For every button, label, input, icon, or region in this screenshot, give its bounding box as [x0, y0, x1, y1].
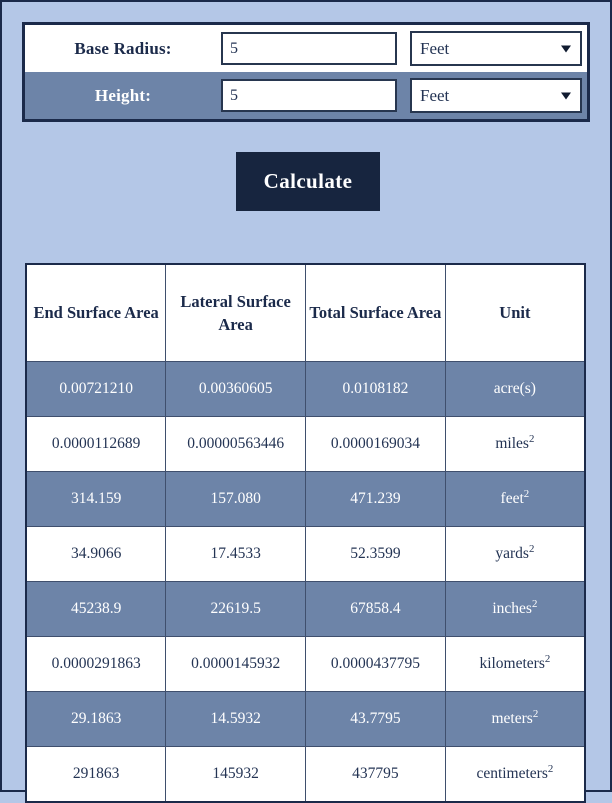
form-row-base-radius: Base Radius: Feet [25, 25, 587, 72]
height-unit-value: Feet [420, 85, 450, 105]
cell-end-surface-area: 29.1863 [25, 691, 167, 747]
cell-lateral-surface-area: 157.080 [165, 471, 306, 527]
header-lateral-surface-area: Lateral Surface Area [165, 263, 306, 362]
height-label: Height: [94, 85, 152, 105]
cell-end-surface-area: 0.00721210 [25, 361, 167, 417]
table-row: 29.1863 14.5932 43.7795 meters2 [25, 691, 586, 747]
header-unit: Unit [444, 263, 586, 362]
base-radius-unit-select[interactable]: Feet [410, 31, 582, 66]
cell-end-surface-area: 34.9066 [25, 526, 167, 582]
cell-end-surface-area: 0.0000291863 [25, 636, 167, 692]
base-radius-input[interactable] [221, 32, 397, 65]
height-input[interactable] [221, 79, 397, 112]
cell-total-surface-area: 0.0108182 [305, 361, 446, 417]
cell-total-surface-area: 0.0000437795 [305, 636, 446, 692]
header-total-surface-area: Total Surface Area [305, 263, 446, 362]
table-row: 0.00721210 0.00360605 0.0108182 acre(s) [25, 361, 586, 417]
results-table: End Surface Area Lateral Surface Area To… [25, 263, 586, 803]
cell-unit: meters2 [444, 691, 586, 747]
cell-total-surface-area: 67858.4 [305, 581, 446, 637]
cell-total-surface-area: 52.3599 [305, 526, 446, 582]
height-unit-select[interactable]: Feet [410, 78, 582, 113]
calculate-button-container: Calculate [2, 152, 612, 211]
cell-unit: feet2 [444, 471, 586, 527]
chevron-down-icon [561, 45, 571, 52]
input-form-panel: Base Radius: Feet Height: Feet [22, 22, 590, 122]
cell-end-surface-area: 314.159 [25, 471, 167, 527]
cell-unit: miles2 [444, 416, 586, 472]
cell-total-surface-area: 0.0000169034 [305, 416, 446, 472]
cell-end-surface-area: 45238.9 [25, 581, 167, 637]
form-row-height: Height: Feet [25, 72, 587, 119]
cell-total-surface-area: 43.7795 [305, 691, 446, 747]
table-row: 34.9066 17.4533 52.3599 yards2 [25, 526, 586, 582]
cell-lateral-surface-area: 0.00360605 [165, 361, 306, 417]
results-table-body: 0.00721210 0.00360605 0.0108182 acre(s) 0.00… [25, 361, 586, 803]
cell-end-surface-area: 0.0000112689 [25, 416, 167, 472]
table-row: 314.159 157.080 471.239 feet2 [25, 471, 586, 527]
chevron-down-icon [561, 92, 571, 99]
cell-lateral-surface-area: 145932 [165, 746, 306, 803]
header-end-surface-area: End Surface Area [25, 263, 167, 362]
base-radius-label: Base Radius: [74, 38, 172, 58]
table-row: 0.0000112689 0.00000563446 0.0000169034 mil… [25, 416, 586, 472]
cell-lateral-surface-area: 22619.5 [165, 581, 306, 637]
cell-unit: kilometers2 [444, 636, 586, 692]
cell-total-surface-area: 437795 [305, 746, 446, 803]
results-table-head: End Surface Area Lateral Surface Area To… [25, 263, 586, 362]
cell-end-surface-area: 291863 [25, 746, 167, 803]
cell-lateral-surface-area: 0.0000145932 [165, 636, 306, 692]
base-radius-unit-value: Feet [420, 38, 450, 58]
table-row: 45238.9 22619.5 67858.4 inches2 [25, 581, 586, 637]
cell-lateral-surface-area: 17.4533 [165, 526, 306, 582]
table-header-row: End Surface Area Lateral Surface Area To… [25, 263, 586, 362]
cell-lateral-surface-area: 14.5932 [165, 691, 306, 747]
cell-unit: acre(s) [444, 361, 586, 417]
cell-unit: centimeters2 [444, 746, 586, 803]
cell-unit: yards2 [444, 526, 586, 582]
table-row: 0.0000291863 0.0000145932 0.0000437795 kilo… [25, 636, 586, 692]
cell-total-surface-area: 471.239 [305, 471, 446, 527]
table-row: 291863 145932 437795 centimeters2 [25, 746, 586, 803]
cell-lateral-surface-area: 0.00000563446 [165, 416, 306, 472]
cell-unit: inches2 [444, 581, 586, 637]
calculate-button[interactable]: Calculate [235, 152, 381, 211]
